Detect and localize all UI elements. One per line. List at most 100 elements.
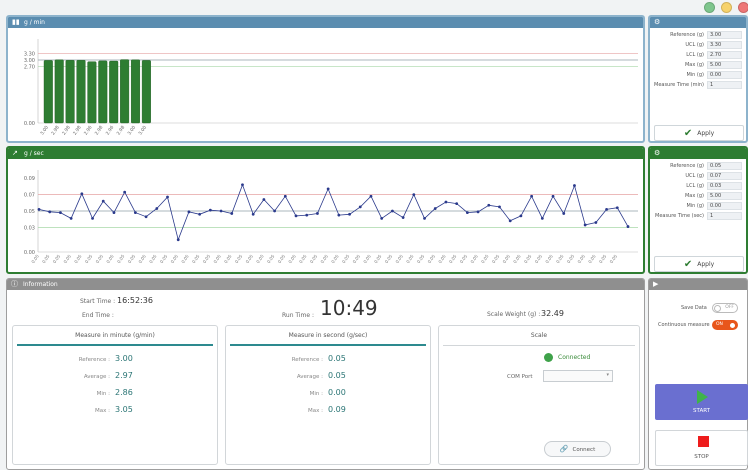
setting-value-input[interactable]: 5.00 [707,61,742,69]
x-tick-label: 0.05 [480,253,490,264]
data-point [465,211,469,215]
x-tick-label: 3.00 [137,125,148,137]
x-tick-label: 0.05 [502,253,512,264]
information-title: Information [23,281,58,288]
data-point [155,207,159,210]
g-sec-setting-row: Max (g) 5.00 [656,192,742,202]
continuous-measure-toggle-knob [729,322,736,329]
x-tick-label: 0.05 [491,253,501,264]
data-point [273,209,276,213]
measure-value: 0.05 [328,354,346,363]
scale-weight-value: 32.49 [541,309,564,318]
checkmark-icon: ✔ [683,128,693,139]
setting-label: Max (g) [684,62,704,68]
measure-label: Min : [309,391,323,397]
x-tick-label: 0.05 [170,253,180,264]
g-sec-apply-button[interactable]: ✔ Apply [654,256,744,272]
x-tick-label: 0.05 [330,253,340,264]
x-tick-label: 0.05 [341,253,351,264]
y-tick-label: 0.00 [24,121,35,127]
setting-value-input[interactable]: 1 [707,212,742,220]
y-tick-label: 0.00 [24,250,35,256]
g-sec-setting-row: LCL (g) 0.03 [656,182,742,192]
x-tick-label: 0.05 [459,253,469,264]
measure-value: 2.97 [115,371,133,380]
data-point [605,207,608,211]
data-point [316,212,319,215]
x-tick-label: 0.05 [223,253,233,264]
data-point [369,194,373,198]
save-data-toggle[interactable]: OFF [712,303,738,313]
com-port-select[interactable]: ▾ [543,370,613,382]
setting-value-input[interactable]: 2.70 [707,51,742,59]
chevron-down-icon: ▾ [606,372,609,378]
setting-value-input[interactable]: 0.07 [707,172,742,180]
data-point [562,212,566,215]
x-tick-label: 0.05 [609,253,619,264]
connect-button[interactable]: 🔗 Connect [544,441,611,457]
setting-value-input[interactable]: 0.05 [707,162,742,170]
data-point [348,212,351,216]
setting-label: Measure Time (min) [654,82,704,88]
setting-value-input[interactable]: 3.30 [707,41,742,49]
setting-value-input[interactable]: 0.00 [707,202,742,210]
data-point [615,206,619,210]
data-point [101,199,105,203]
x-tick-label: 0.05 [448,253,458,264]
measure-label: Max : [308,408,323,414]
x-tick-label: 0.05 [105,253,115,264]
setting-value-input[interactable]: 1 [707,81,742,89]
com-port-label: COM Port [507,374,533,380]
data-point [401,216,405,219]
setting-label: LCL (g) [686,183,704,189]
x-tick-label: 0.05 [566,253,576,264]
start-button[interactable]: START [655,384,748,420]
data-point [80,192,84,196]
measure-row: Max : 3.05 [13,405,217,417]
setting-value-input[interactable]: 0.03 [707,182,742,190]
data-point [573,184,576,187]
start-label: START [693,408,710,414]
y-tick-label: 3.00 [24,58,35,64]
x-tick-label: 2.96 [105,125,116,137]
save-data-label: Save Data [681,305,707,311]
start-time-label: Start Time : [80,298,116,305]
g-min-setting-row: Reference (g) 3.00 [656,31,742,41]
x-tick-label: 0.05 [309,253,319,264]
g-min-setting-row: UCL (g) 3.30 [656,41,742,51]
data-point [187,210,191,214]
x-tick-label: 0.05 [320,253,330,264]
save-data-toggle-state: OFF [725,305,734,310]
x-tick-label: 0.05 [287,253,297,264]
start-time-value: 16:52:36 [117,296,153,305]
data-point [241,183,244,187]
x-tick-label: 0.05 [298,253,308,264]
gear-icon: ⚙ [654,18,661,26]
data-point [230,212,234,215]
g-min-setting-row: LCL (g) 2.70 [656,51,742,61]
x-tick-label: 0.05 [191,253,201,264]
data-point [219,209,223,213]
stop-button[interactable]: STOP [655,430,748,466]
minimize-button[interactable] [704,2,715,13]
continuous-measure-toggle[interactable]: ON [712,320,738,330]
maximize-button[interactable] [721,2,732,13]
g-min-apply-button[interactable]: ✔ Apply [654,125,744,141]
g-min-settings-header: ⚙ [650,17,746,28]
setting-value-input[interactable]: 0.00 [707,71,742,79]
data-point [166,195,169,199]
g-sec-setting-row: UCL (g) 0.07 [656,172,742,182]
setting-value-input[interactable]: 3.00 [707,31,742,39]
measure-row: Average : 2.97 [13,371,217,383]
data-point [498,205,501,209]
x-tick-label: 2.98 [61,125,72,137]
close-button[interactable] [738,2,748,13]
setting-label: Max (g) [684,193,704,199]
save-data-toggle-knob [714,305,721,312]
x-tick-label: 0.05 [427,253,437,264]
setting-value-input[interactable]: 5.00 [707,192,742,200]
measure-label: Average : [83,374,110,380]
x-tick-label: 0.05 [384,253,394,264]
x-tick-label: 3.00 [126,125,137,137]
data-point [530,194,534,198]
